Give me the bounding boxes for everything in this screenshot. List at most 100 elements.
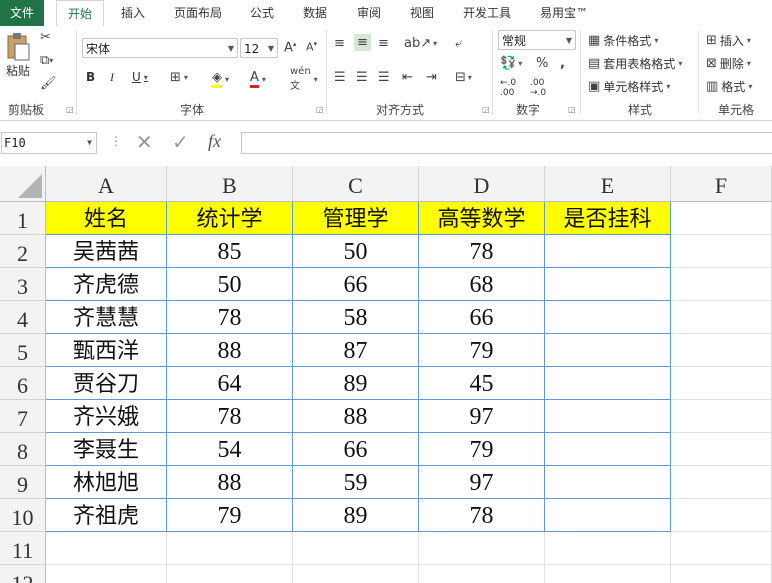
row-header-6[interactable]: 6: [0, 367, 46, 400]
worksheet-grid[interactable]: ABCDEF 123456789101112 姓名统计学管理学高等数学是否挂科吴…: [0, 166, 772, 583]
align-left-button[interactable]: ☰: [334, 70, 346, 85]
clipboard-launcher-icon[interactable]: ◲: [66, 105, 74, 114]
merge-center-button[interactable]: ⊟ ▾: [455, 70, 472, 85]
column-header-f[interactable]: F: [671, 166, 772, 202]
score-cell[interactable]: 78: [419, 235, 545, 268]
name-cell[interactable]: 甄西洋: [46, 334, 167, 367]
score-cell[interactable]: 50: [293, 235, 419, 268]
score-cell[interactable]: [545, 268, 671, 301]
score-cell[interactable]: 54: [167, 433, 293, 466]
accounting-format-button[interactable]: 💱 ▾: [500, 56, 522, 71]
score-cell[interactable]: 64: [167, 367, 293, 400]
column-header-b[interactable]: B: [167, 166, 293, 202]
row-header-9[interactable]: 9: [0, 466, 46, 499]
font-name-select[interactable]: 宋体 ▼: [82, 38, 238, 58]
font-color-button[interactable]: A ▾: [250, 70, 266, 88]
row-header-12[interactable]: 12: [0, 565, 46, 583]
name-cell[interactable]: 齐虎德: [46, 268, 167, 301]
row-header-3[interactable]: 3: [0, 268, 46, 301]
empty-cell[interactable]: [46, 532, 167, 565]
name-cell[interactable]: 齐兴娥: [46, 400, 167, 433]
select-all-corner[interactable]: [0, 166, 46, 202]
conditional-formatting-button[interactable]: ▦ 条件格式 ▾: [588, 32, 658, 49]
tab-insert[interactable]: 插入: [110, 0, 156, 26]
empty-cell[interactable]: [293, 565, 419, 583]
score-cell[interactable]: [545, 334, 671, 367]
borders-button[interactable]: ⊞ ▾: [170, 70, 188, 85]
empty-cell[interactable]: [293, 532, 419, 565]
score-cell[interactable]: [545, 466, 671, 499]
score-cell[interactable]: 89: [293, 367, 419, 400]
empty-cell[interactable]: [167, 565, 293, 583]
empty-cell[interactable]: [671, 367, 772, 400]
empty-cell[interactable]: [671, 268, 772, 301]
score-cell[interactable]: 79: [167, 499, 293, 532]
score-cell[interactable]: 97: [419, 400, 545, 433]
empty-cell[interactable]: [671, 334, 772, 367]
align-center-button[interactable]: ☰: [356, 70, 368, 85]
score-cell[interactable]: 59: [293, 466, 419, 499]
shrink-font-button[interactable]: A▾: [306, 40, 317, 54]
empty-cell[interactable]: [419, 532, 545, 565]
table-header-cell[interactable]: 姓名: [46, 202, 167, 235]
enter-check-icon[interactable]: ✓: [172, 130, 189, 154]
bold-button[interactable]: B: [86, 70, 95, 84]
score-cell[interactable]: 79: [419, 433, 545, 466]
insert-function-button[interactable]: fx: [208, 131, 221, 152]
italic-button[interactable]: I: [110, 70, 114, 85]
score-cell[interactable]: 66: [293, 268, 419, 301]
formula-input[interactable]: [241, 132, 772, 154]
empty-cell[interactable]: [671, 565, 772, 583]
underline-button[interactable]: U ▾: [132, 70, 148, 84]
tab-home[interactable]: 开始: [56, 0, 104, 27]
grow-font-button[interactable]: A▴: [284, 40, 296, 55]
name-cell[interactable]: 吴茜茜: [46, 235, 167, 268]
increase-decimal-button[interactable]: ←.0.00: [500, 78, 516, 98]
score-cell[interactable]: 88: [167, 334, 293, 367]
name-cell[interactable]: 齐祖虎: [46, 499, 167, 532]
score-cell[interactable]: [545, 235, 671, 268]
score-cell[interactable]: 78: [167, 400, 293, 433]
empty-cell[interactable]: [167, 532, 293, 565]
row-header-1[interactable]: 1: [0, 202, 46, 235]
decrease-decimal-button[interactable]: .00 →.0: [530, 78, 546, 98]
row-header-2[interactable]: 2: [0, 235, 46, 268]
empty-cell[interactable]: [545, 532, 671, 565]
tab-yiyongbao[interactable]: 易用宝™: [533, 0, 595, 26]
orientation-button[interactable]: ab↗ ▾: [404, 36, 437, 51]
phonetic-button[interactable]: wén 文 ▾: [290, 66, 318, 92]
table-header-cell[interactable]: 管理学: [293, 202, 419, 235]
score-cell[interactable]: 85: [167, 235, 293, 268]
insert-cells-button[interactable]: ⊞ 插入 ▾: [706, 32, 751, 49]
tab-data[interactable]: 数据: [292, 0, 338, 26]
score-cell[interactable]: 78: [419, 499, 545, 532]
score-cell[interactable]: [545, 400, 671, 433]
score-cell[interactable]: 45: [419, 367, 545, 400]
name-box[interactable]: F10 ▼: [1, 132, 97, 154]
percent-button[interactable]: %: [536, 56, 548, 71]
font-launcher-icon[interactable]: ◲: [316, 105, 324, 114]
empty-cell[interactable]: [671, 235, 772, 268]
format-as-table-button[interactable]: ▤ 套用表格格式 ▾: [588, 55, 682, 72]
format-painter-button[interactable]: 🖌: [40, 76, 57, 91]
row-header-7[interactable]: 7: [0, 400, 46, 433]
tab-developer[interactable]: 开发工具: [454, 0, 520, 26]
align-bottom-button[interactable]: ≡: [378, 36, 389, 51]
score-cell[interactable]: 88: [293, 400, 419, 433]
row-header-8[interactable]: 8: [0, 433, 46, 466]
score-cell[interactable]: [545, 301, 671, 334]
score-cell[interactable]: [545, 499, 671, 532]
wrap-text-button[interactable]: ⤶: [455, 36, 462, 51]
tab-review[interactable]: 审阅: [346, 0, 392, 26]
name-cell[interactable]: 贾谷刀: [46, 367, 167, 400]
empty-cell[interactable]: [671, 202, 772, 235]
score-cell[interactable]: 89: [293, 499, 419, 532]
copy-button[interactable]: ⧉ ▾: [40, 53, 53, 68]
tab-formulas[interactable]: 公式: [240, 0, 284, 26]
fill-color-button[interactable]: ◈ ▾: [212, 70, 229, 88]
score-cell[interactable]: 66: [419, 301, 545, 334]
name-cell[interactable]: 李聂生: [46, 433, 167, 466]
empty-cell[interactable]: [671, 466, 772, 499]
empty-cell[interactable]: [671, 532, 772, 565]
empty-cell[interactable]: [671, 400, 772, 433]
